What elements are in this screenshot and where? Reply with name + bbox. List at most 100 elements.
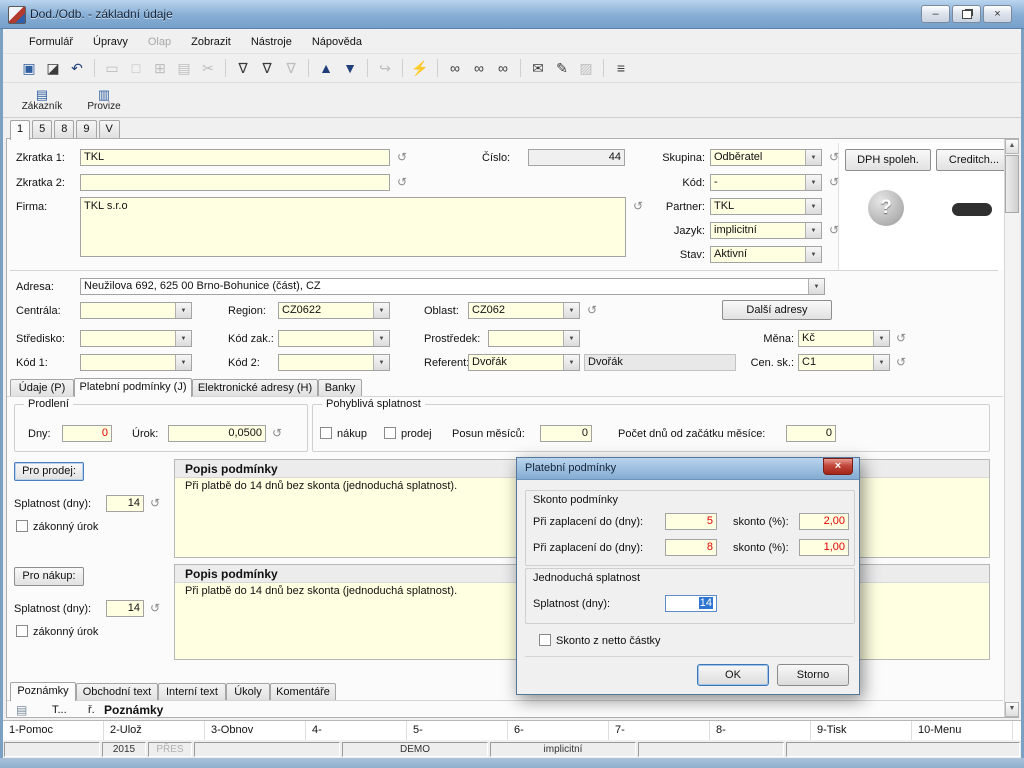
dny-field[interactable]: 0 <box>62 425 112 442</box>
ok-button[interactable]: OK <box>697 664 769 686</box>
scrollbar-thumb[interactable] <box>1005 155 1019 213</box>
prodej-splatnost-field[interactable]: 14 <box>106 495 144 512</box>
find-icon[interactable]: ∞ <box>445 58 465 78</box>
nakup-checkbox[interactable] <box>320 427 332 439</box>
fn-obnov[interactable]: 3-Obnov <box>205 721 306 740</box>
tab-ukoly[interactable]: Úkoly <box>226 683 270 701</box>
dropdown-button[interactable] <box>373 331 389 346</box>
undo-icon[interactable]: ↶ <box>67 58 87 78</box>
vertical-scrollbar[interactable] <box>1004 139 1019 717</box>
save-icon[interactable]: ▣ <box>19 58 39 78</box>
skonto-netto-checkbox[interactable] <box>539 634 551 646</box>
tab-udaje[interactable]: Údaje (P) <box>10 379 74 397</box>
kod1-combo[interactable] <box>80 354 192 371</box>
dropdown-button[interactable] <box>808 279 824 294</box>
stav-combo[interactable]: Aktivní <box>710 246 822 263</box>
save-as-icon[interactable]: ◪ <box>43 58 63 78</box>
move-down-icon[interactable]: ▼ <box>340 58 360 78</box>
prodej-checkbox[interactable] <box>384 427 396 439</box>
dropdown-button[interactable] <box>873 355 889 370</box>
oblast-combo[interactable]: CZ062 <box>468 302 580 319</box>
dropdown-button[interactable] <box>563 331 579 346</box>
region-combo[interactable]: CZ0622 <box>278 302 390 319</box>
menu-nastroje[interactable]: Nástroje <box>241 33 302 51</box>
cen-sk-combo[interactable]: C1 <box>798 354 890 371</box>
history-icon[interactable]: ↺ <box>395 175 409 189</box>
dropdown-button[interactable] <box>805 175 821 190</box>
dialog-close-button[interactable]: × <box>823 458 853 475</box>
centrala-combo[interactable] <box>80 302 192 319</box>
firma-field[interactable]: TKL s.r.o <box>80 197 626 257</box>
page-tab-5[interactable]: 5 <box>32 120 52 138</box>
history-icon[interactable]: ↺ <box>894 355 908 369</box>
tab-poznamky[interactable]: Poznámky <box>10 682 76 701</box>
history-icon[interactable]: ↺ <box>827 175 841 189</box>
dph-reliability-button[interactable]: DPH spoleh. <box>845 149 931 171</box>
urok-field[interactable]: 0,0500 <box>168 425 266 442</box>
find-next-icon[interactable]: ∞ <box>469 58 489 78</box>
minimize-button[interactable]: – <box>921 5 950 23</box>
dropdown-button[interactable] <box>563 303 579 318</box>
dropdown-button[interactable] <box>805 150 821 165</box>
kod-combo[interactable]: - <box>710 174 822 191</box>
referent-combo[interactable]: Dvořák <box>468 354 580 371</box>
partner-combo[interactable]: TKL <box>710 198 822 215</box>
mail-icon[interactable]: ✉ <box>528 58 548 78</box>
dropdown-button[interactable] <box>805 247 821 262</box>
fn-7[interactable]: 7- <box>609 721 710 740</box>
dropdown-button[interactable] <box>175 355 191 370</box>
page-tab-8[interactable]: 8 <box>54 120 74 138</box>
fn-pomoc[interactable]: 1-Pomoc <box>3 721 104 740</box>
history-icon[interactable]: ↺ <box>395 150 409 164</box>
fn-5[interactable]: 5- <box>407 721 508 740</box>
dropdown-button[interactable] <box>805 223 821 238</box>
menu-upravy[interactable]: Úpravy <box>83 33 138 51</box>
skonto-row2-days-field[interactable]: 8 <box>665 539 717 556</box>
history-icon[interactable]: ↺ <box>894 331 908 345</box>
prodej-zakonny-urok-checkbox[interactable] <box>16 520 28 532</box>
zkratka1-field[interactable]: TKL <box>80 149 390 166</box>
customer-button[interactable]: ▤ Zákazník <box>15 84 69 116</box>
kod2-combo[interactable] <box>278 354 390 371</box>
stredisko-combo[interactable] <box>80 330 192 347</box>
close-button[interactable]: × <box>983 5 1012 23</box>
pro-prodej-button[interactable]: Pro prodej: <box>14 462 84 481</box>
dropdown-button[interactable] <box>373 303 389 318</box>
find-all-icon[interactable]: ∞ <box>493 58 513 78</box>
skupina-combo[interactable]: Odběratel <box>710 149 822 166</box>
skonto-row1-days-field[interactable]: 5 <box>665 513 717 530</box>
commission-button[interactable]: ▥ Provize <box>77 84 131 116</box>
page-tab-9[interactable]: 9 <box>76 120 96 138</box>
menu-formular[interactable]: Formulář <box>19 33 83 51</box>
zkratka2-field[interactable] <box>80 174 390 191</box>
page-tab-1[interactable]: 1 <box>10 120 30 140</box>
fn-6[interactable]: 6- <box>508 721 609 740</box>
adresa-combo[interactable]: Neužilova 692, 625 00 Brno-Bohunice (čás… <box>80 278 825 295</box>
tab-obchodni-text[interactable]: Obchodní text <box>76 683 158 701</box>
dropdown-button[interactable] <box>175 303 191 318</box>
fn-uloz[interactable]: 2-Ulož <box>104 721 205 740</box>
dropdown-button[interactable] <box>563 355 579 370</box>
dropdown-button[interactable] <box>873 331 889 346</box>
fn-tisk[interactable]: 9-Tisk <box>811 721 912 740</box>
history-icon[interactable]: ↺ <box>827 223 841 237</box>
page-tab-v[interactable]: V <box>99 120 120 138</box>
history-icon[interactable]: ↺ <box>631 199 645 213</box>
edit-icon[interactable]: ✎ <box>552 58 572 78</box>
menu-napoveda[interactable]: Nápověda <box>302 33 372 51</box>
tab-interni-text[interactable]: Interní text <box>158 683 226 701</box>
history-icon[interactable]: ↺ <box>585 303 599 317</box>
prostredek-combo[interactable] <box>488 330 580 347</box>
scroll-up-icon[interactable] <box>1005 139 1019 154</box>
history-icon[interactable]: ↺ <box>827 150 841 164</box>
move-up-icon[interactable]: ▲ <box>316 58 336 78</box>
tab-komentare[interactable]: Komentáře <box>270 683 336 701</box>
fn-menu[interactable]: 10-Menu <box>912 721 1013 740</box>
kod-zak-combo[interactable] <box>278 330 390 347</box>
tab-elektronicke-adresy[interactable]: Elektronické adresy (H) <box>192 379 318 397</box>
tab-banky[interactable]: Banky <box>318 379 362 397</box>
posun-field[interactable]: 0 <box>540 425 592 442</box>
history-icon[interactable]: ↺ <box>148 496 162 510</box>
menu-list-icon[interactable]: ≡ <box>611 58 631 78</box>
nakup-zakonny-urok-checkbox[interactable] <box>16 625 28 637</box>
